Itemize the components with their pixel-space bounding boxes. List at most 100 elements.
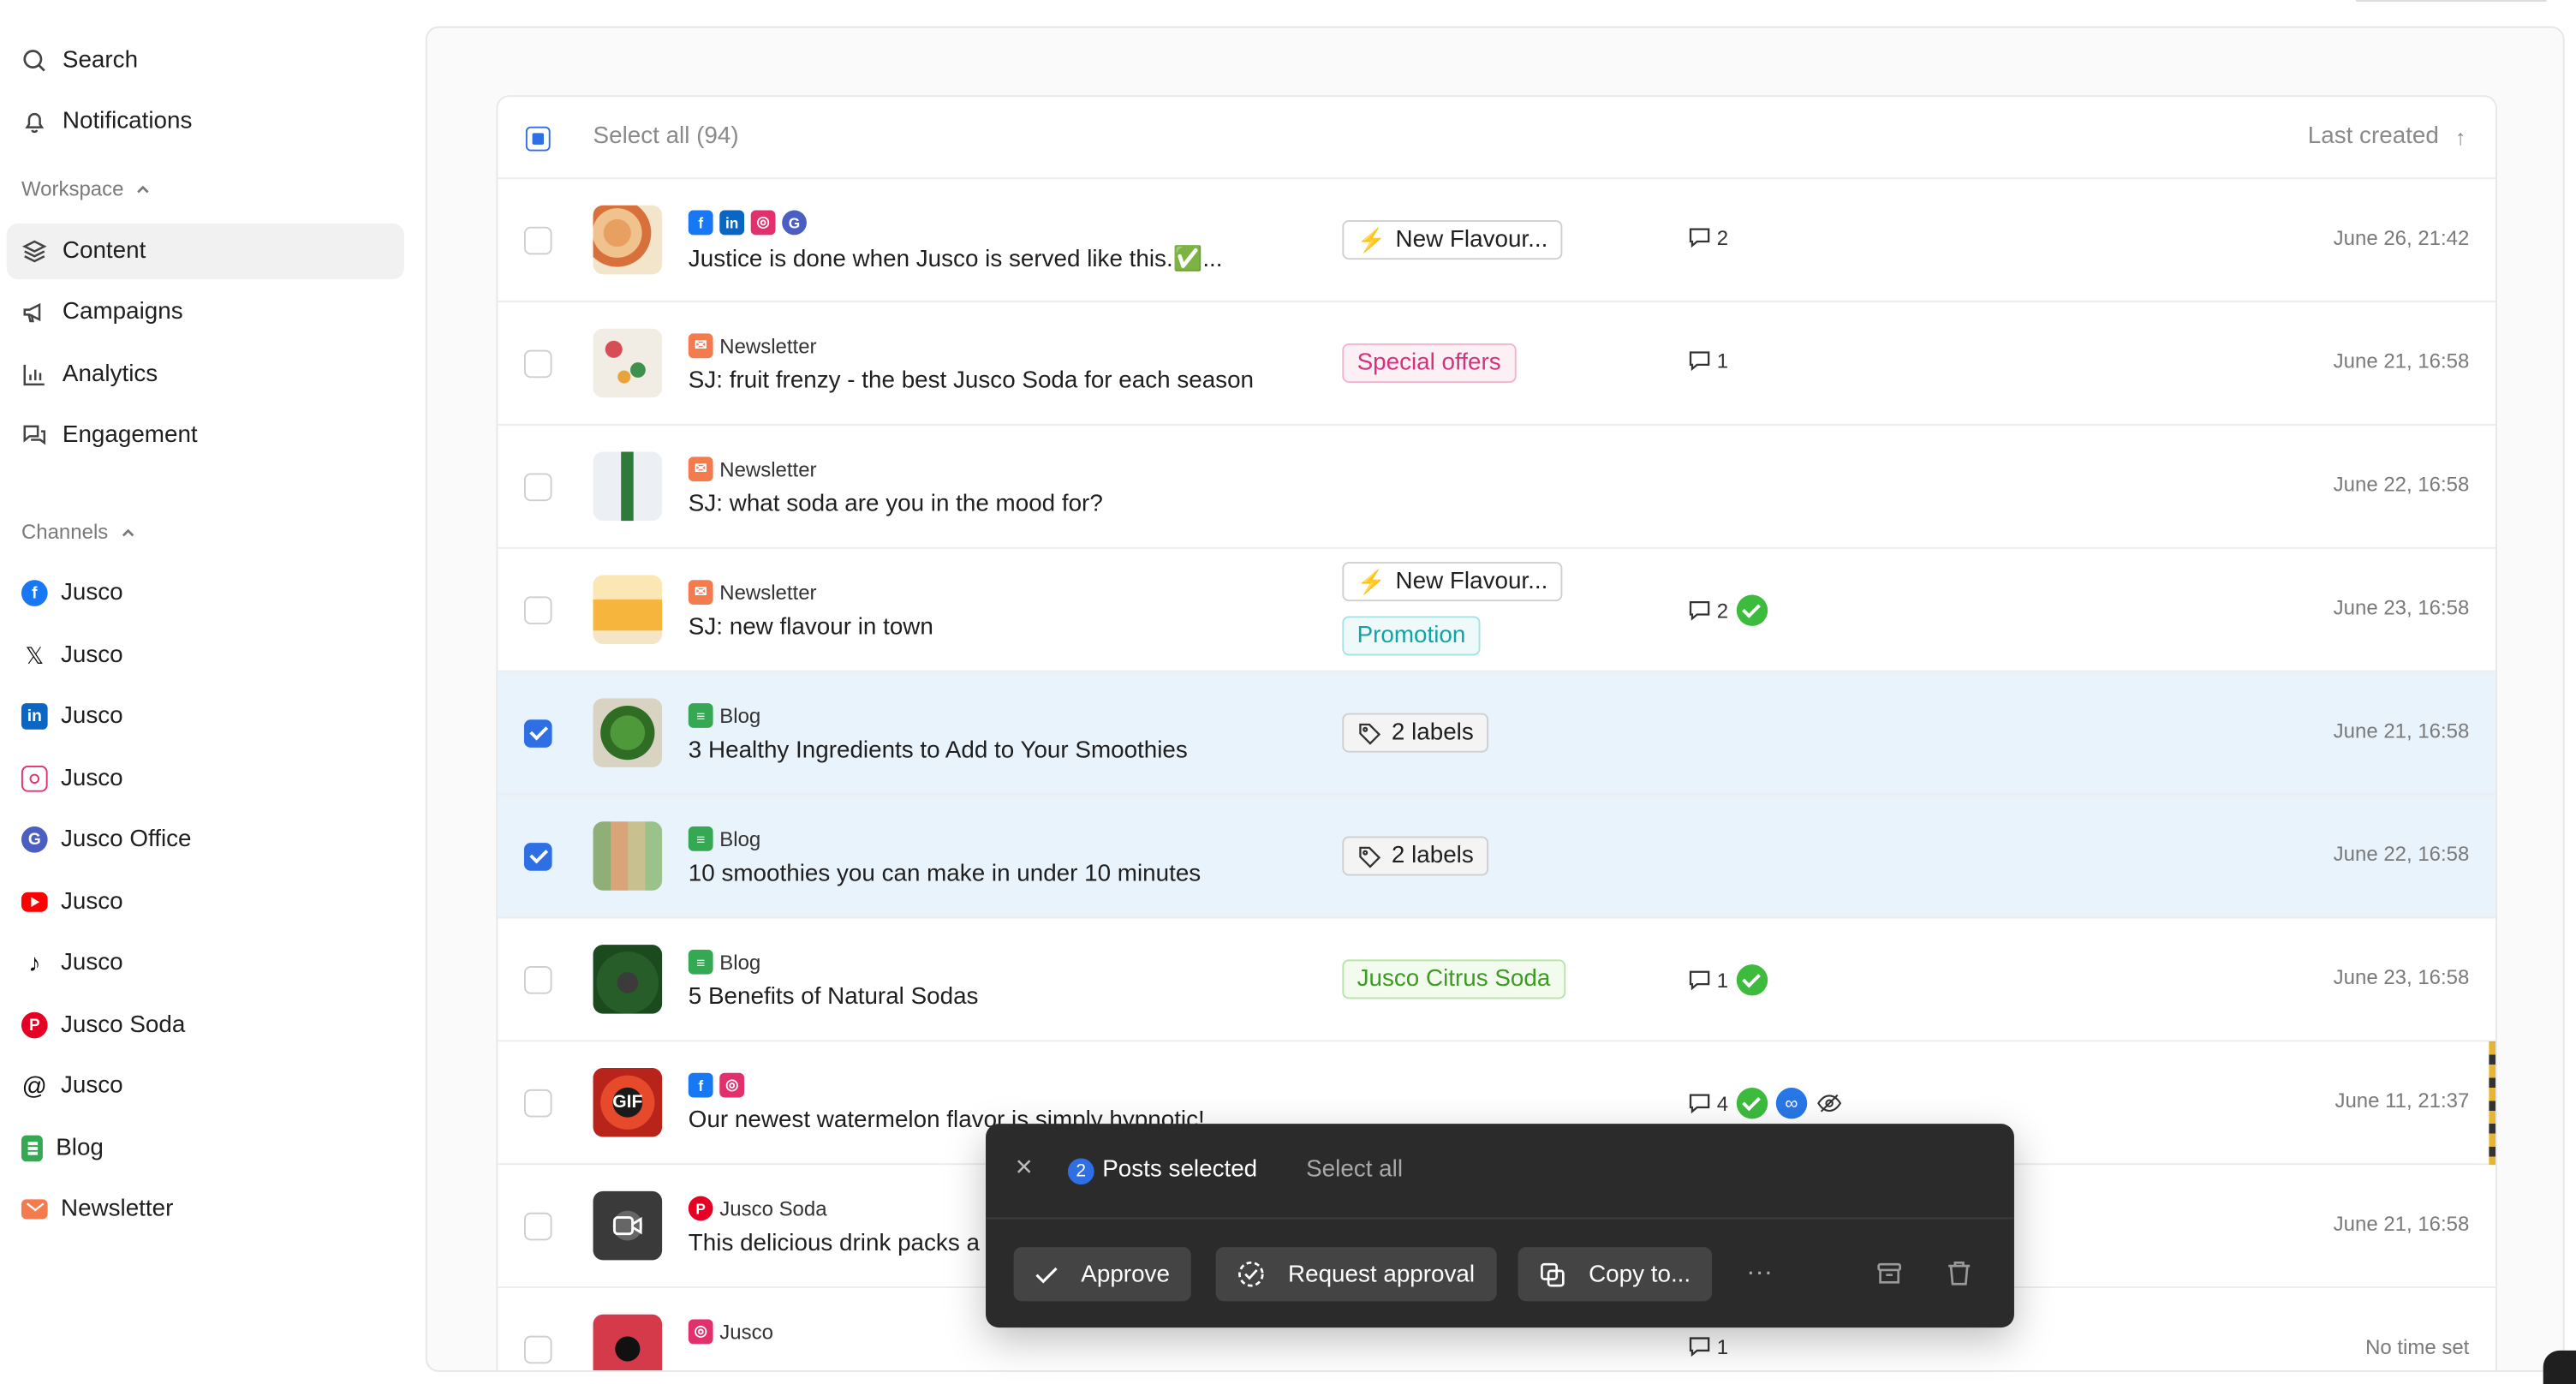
tag-label: 2 labels (1391, 843, 1474, 869)
search-icon (21, 48, 48, 75)
comments-count[interactable]: 1 (1687, 1334, 1728, 1359)
sidebar-item-label: Campaigns (62, 299, 183, 325)
select-all-checkbox[interactable] (525, 126, 551, 152)
post-channels: f ◎ (688, 1072, 751, 1098)
check-icon (1035, 1266, 1058, 1283)
google-business-icon: G (782, 210, 807, 236)
comments-count[interactable]: 1 (1687, 964, 1768, 996)
sort-dropdown[interactable]: Last created ↑ (2308, 123, 2466, 150)
channel-google-business-jusco-office[interactable]: G Jusco Office (7, 812, 404, 868)
copy-to-button[interactable]: Copy to... (1518, 1247, 1713, 1302)
channel-x-jusco[interactable]: 𝕏 Jusco (7, 628, 404, 683)
comment-icon (1689, 1094, 1710, 1114)
action-bar-header: × 2 Posts selected Select all (986, 1124, 2014, 1220)
post-title[interactable]: 5 Benefits of Natural Sodas (689, 984, 979, 1011)
campaign-tag[interactable]: Special offers (1342, 343, 1516, 383)
instagram-icon (21, 765, 48, 792)
sidebar-item-engagement[interactable]: Engagement (7, 408, 404, 463)
table-row[interactable]: ≡ Blog 5 Benefits of Natural Sodas Jusco… (498, 918, 2496, 1042)
facebook-icon: f (688, 1072, 713, 1098)
sidebar-item-content[interactable]: Content (6, 223, 404, 280)
row-checkbox[interactable] (523, 1335, 552, 1364)
archive-icon[interactable] (1875, 1258, 1905, 1288)
request-approval-button[interactable]: Request approval (1215, 1247, 1497, 1302)
channel-name: Newsletter (719, 334, 817, 358)
post-thumbnail (593, 821, 663, 891)
table-row[interactable]: ✉ Newsletter SJ: new flavour in town ⚡ Ne… (498, 549, 2496, 672)
labels-tag[interactable]: 2 labels (1342, 836, 1489, 876)
row-checkbox[interactable] (523, 966, 552, 994)
row-checkbox[interactable] (523, 719, 552, 748)
row-checkbox[interactable] (523, 596, 552, 624)
tag-label: Promotion (1357, 623, 1466, 649)
post-thumbnail (593, 698, 663, 767)
sidebar-item-label: Analytics (62, 361, 158, 388)
channel-facebook-jusco[interactable]: f Jusco (7, 565, 404, 621)
row-checkbox[interactable] (523, 473, 552, 502)
table-row[interactable]: ≡ Blog 10 smoothies you can make in unde… (498, 795, 2496, 919)
close-icon[interactable]: × (1016, 1152, 1039, 1182)
post-title[interactable]: Justice is done when Jusco is served lik… (689, 245, 1223, 273)
channel-name: Newsletter (719, 581, 817, 605)
channel-linkedin-jusco[interactable]: in Jusco (7, 689, 404, 744)
approved-check-icon (1736, 964, 1768, 996)
row-checkbox[interactable] (523, 349, 552, 379)
table-row[interactable]: ≡ Blog 3 Healthy Ingredients to Add to Y… (498, 671, 2496, 796)
row-checkbox[interactable] (523, 1089, 552, 1118)
sidebar-item-campaigns[interactable]: Campaigns (7, 284, 404, 340)
tag-label: New Flavour... (1395, 568, 1548, 595)
channel-youtube-jusco[interactable]: Jusco (7, 874, 404, 930)
sidebar-item-label: Engagement (62, 422, 198, 449)
channel-instagram-jusco[interactable]: Jusco (7, 751, 404, 807)
comments-count[interactable]: 1 (1687, 349, 1728, 373)
channel-pinterest-jusco-soda[interactable]: P Jusco Soda (7, 997, 404, 1053)
channel-blog[interactable]: Blog (7, 1120, 404, 1176)
comments-count[interactable]: 2 (1687, 225, 1728, 250)
newsletter-icon (21, 1199, 48, 1220)
post-title[interactable]: SJ: fruit frenzy - the best Jusco Soda f… (689, 368, 1254, 395)
post-title[interactable]: This delicious drink packs a (689, 1231, 980, 1257)
table-row[interactable]: ✉ Newsletter SJ: fruit frenzy - the best… (498, 302, 2496, 426)
channels-section-toggle[interactable]: Channels (21, 521, 136, 544)
sidebar-item-analytics[interactable]: Analytics (7, 347, 404, 403)
post-title[interactable]: 10 smoothies you can make in under 10 mi… (689, 861, 1201, 887)
button-label: Approve (1081, 1261, 1170, 1288)
channel-label: Jusco (60, 642, 123, 669)
select-all-label[interactable]: Select all (94) (593, 123, 739, 150)
row-checkbox[interactable] (523, 226, 552, 255)
table-row[interactable]: ✉ Newsletter SJ: what soda are you in th… (498, 426, 2496, 549)
video-icon (613, 1216, 642, 1236)
sort-arrow-icon: ↑ (2455, 123, 2466, 149)
workspace-section-toggle[interactable]: Workspace (21, 177, 152, 200)
sidebar-item-notifications[interactable]: Notifications (7, 93, 404, 149)
campaign-tag[interactable]: ⚡ New Flavour... (1342, 562, 1563, 602)
help-widget-button[interactable] (2543, 1350, 2576, 1384)
channel-tiktok-jusco[interactable]: ♪ Jusco (7, 935, 404, 991)
campaign-tag[interactable]: Jusco Citrus Soda (1342, 959, 1565, 999)
select-all-link[interactable]: Select all (1306, 1157, 1403, 1184)
table-row[interactable]: f in ◎ G Justice is done when Jusco is s… (498, 179, 2496, 302)
campaign-tag[interactable]: ⚡ New Flavour... (1342, 220, 1563, 260)
approve-button[interactable]: Approve (1013, 1247, 1191, 1302)
post-date: June 23, 16:58 (2333, 966, 2470, 989)
comments-count[interactable]: 2 (1687, 594, 1768, 626)
comments-count[interactable]: 4 ∞ (1687, 1087, 1846, 1119)
row-checkbox[interactable] (523, 843, 552, 871)
section-heading: Channels (21, 521, 109, 544)
button-label: Request approval (1288, 1261, 1476, 1288)
warning-strip (2489, 1041, 2496, 1166)
campaign-tag[interactable]: Promotion (1342, 616, 1481, 656)
sidebar-item-search[interactable]: Search (7, 33, 404, 88)
post-thumbnail (593, 205, 663, 275)
instagram-icon: ◎ (750, 210, 776, 236)
post-title[interactable]: SJ: new flavour in town (689, 614, 933, 641)
trash-icon[interactable] (1943, 1258, 1973, 1288)
channel-label: Jusco (60, 703, 123, 730)
post-title[interactable]: 3 Healthy Ingredients to Add to Your Smo… (689, 737, 1188, 764)
channel-threads-jusco[interactable]: @ Jusco (7, 1058, 404, 1113)
post-title[interactable]: SJ: what soda are you in the mood for? (689, 492, 1103, 518)
channel-newsletter[interactable]: Newsletter (7, 1181, 404, 1237)
row-checkbox[interactable] (523, 1212, 552, 1241)
more-options-icon[interactable]: ··· (1744, 1258, 1774, 1288)
labels-tag[interactable]: 2 labels (1342, 713, 1489, 753)
